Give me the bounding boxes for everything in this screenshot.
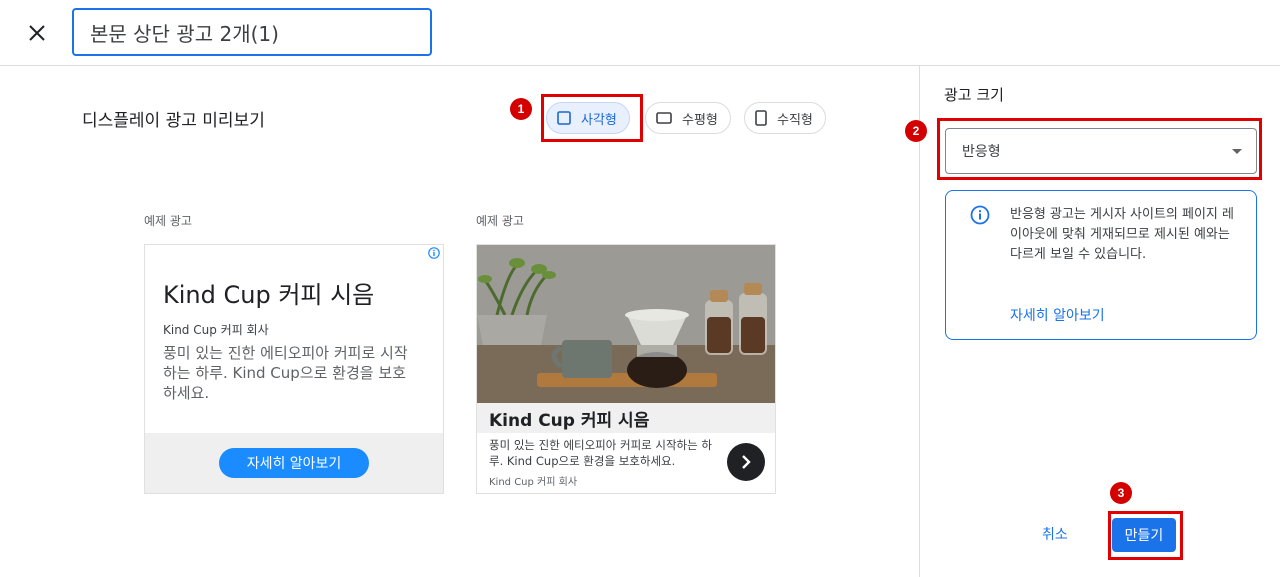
- ad-cta-button[interactable]: 자세히 알아보기: [219, 448, 369, 478]
- tab-portrait[interactable]: 수직형: [744, 102, 826, 134]
- example-label-2: 예제 광고: [476, 214, 524, 228]
- ad-size-label: 광고 크기: [944, 86, 1004, 104]
- settings-sidebar: 광고 크기 반응형 2 반응형 광고는 게시자 사이트의 페이지 레이아웃에 맞…: [905, 66, 1280, 577]
- ad-image-company: Kind Cup 커피 회사: [489, 477, 578, 488]
- ad-image-description: 풍미 있는 진한 에티오피아 커피로 시작하는 하루. Kind Cup으로 환…: [489, 438, 712, 468]
- preview-panel: 디스플레이 광고 미리보기 사각형 수평형 수직형 1 예제 광고 예제 광고 …: [0, 66, 919, 577]
- tab-portrait-label: 수직형: [777, 112, 813, 128]
- ad-headline: Kind Cup 커피 시음: [163, 281, 375, 309]
- tab-landscape-label: 수평형: [682, 112, 718, 128]
- cancel-button[interactable]: 취소: [1042, 524, 1068, 544]
- close-button[interactable]: [22, 18, 52, 48]
- ad-footer: 자세히 알아보기: [145, 433, 443, 493]
- learn-more-link[interactable]: 자세히 알아보기: [1010, 305, 1105, 325]
- ad-company: Kind Cup 커피 회사: [163, 323, 269, 337]
- close-icon: [29, 25, 45, 41]
- chevron-right-icon: [742, 455, 751, 469]
- info-text: 반응형 광고는 게시자 사이트의 페이지 레이아웃에 맞춰 게재되므로 제시된 …: [1010, 207, 1234, 262]
- info-icon: [970, 205, 990, 225]
- ad-choices-icon[interactable]: [428, 247, 440, 259]
- preview-title: 디스플레이 광고 미리보기: [82, 111, 265, 131]
- example-ad-text: Kind Cup 커피 시음 Kind Cup 커피 회사 풍미 있는 진한 에…: [144, 244, 444, 494]
- annotation-badge-1: 1: [510, 98, 532, 120]
- annotation-box-2: [937, 118, 1262, 180]
- annotation-badge-2: 2: [905, 120, 927, 142]
- top-bar: [0, 0, 1280, 66]
- portrait-icon: [755, 110, 767, 126]
- ad-name-input[interactable]: [72, 8, 432, 56]
- annotation-box-1: [541, 94, 643, 142]
- ad-image-headline: Kind Cup 커피 시음: [477, 403, 775, 433]
- tab-landscape[interactable]: 수평형: [645, 102, 731, 134]
- annotation-badge-3: 3: [1110, 482, 1132, 504]
- annotation-box-3: [1108, 511, 1183, 560]
- ad-next-button[interactable]: [727, 443, 765, 481]
- ad-coffee-image: [477, 245, 775, 403]
- example-ad-image: Kind Cup 커피 시음 풍미 있는 진한 에티오피아 커피로 시작하는 하…: [476, 244, 776, 494]
- ad-description: 풍미 있는 진한 에티오피아 커피로 시작하는 하루. Kind Cup으로 환…: [163, 344, 408, 402]
- responsive-info-box: 반응형 광고는 게시자 사이트의 페이지 레이아웃에 맞춰 게재되므로 제시된 …: [945, 190, 1257, 340]
- example-label-1: 예제 광고: [144, 214, 192, 228]
- landscape-icon: [656, 112, 672, 124]
